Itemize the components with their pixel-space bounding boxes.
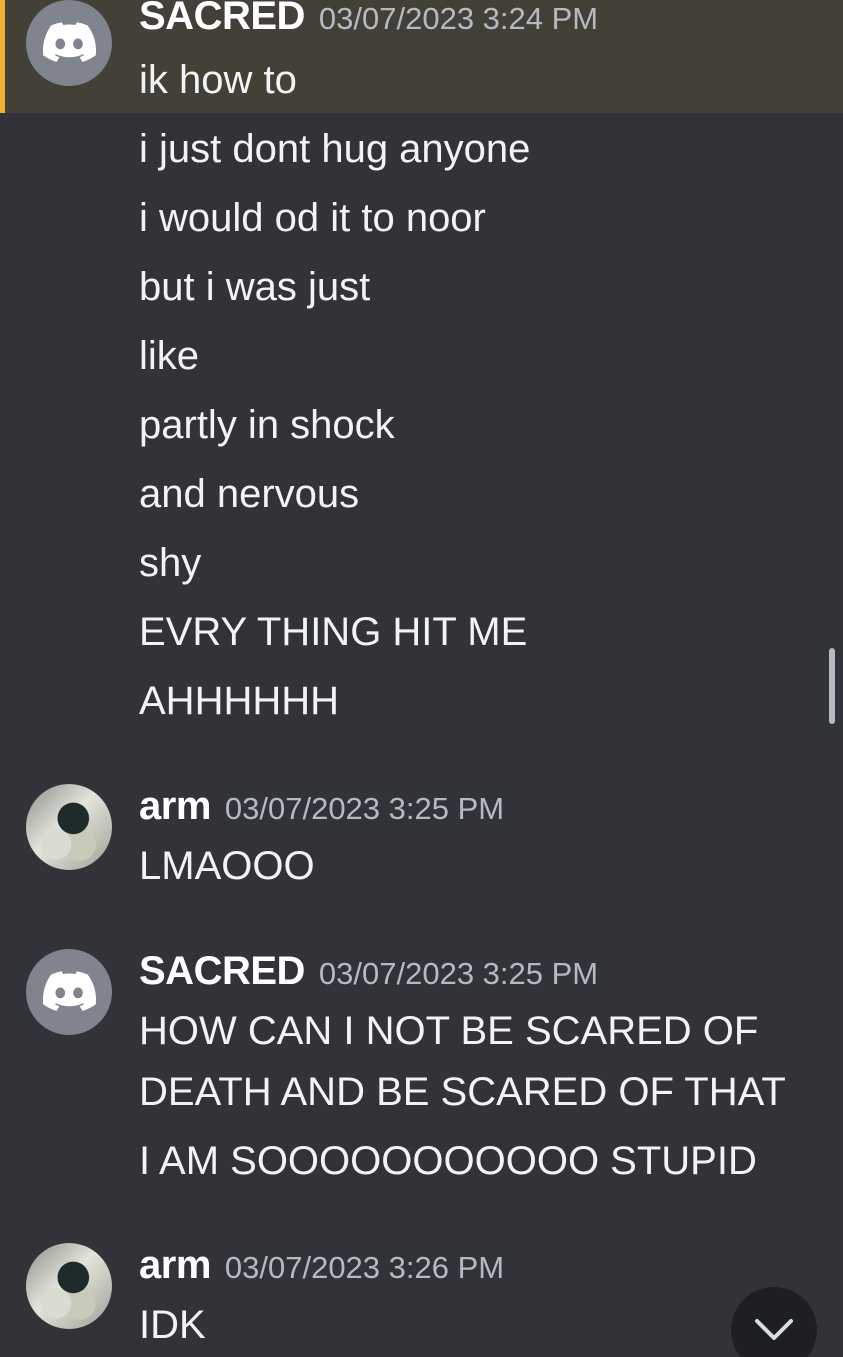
username[interactable]: arm [139,1243,211,1287]
message-header: arm 03/07/2023 3:25 PM [139,784,504,829]
message-line: EVRY THING HIT ME [139,610,528,654]
message-line: shy [139,541,202,585]
avatar[interactable] [26,1243,112,1329]
message-line: IDK [139,1303,206,1347]
avatar[interactable] [26,949,112,1035]
avatar[interactable] [26,784,112,870]
timestamp: 03/07/2023 3:26 PM [224,1250,505,1285]
username[interactable]: arm [139,784,211,828]
timestamp: 03/07/2023 3:25 PM [224,791,505,826]
message-line: like [139,334,200,378]
message-line: ik how to [139,58,297,102]
message-header: arm 03/07/2023 3:26 PM [139,1243,504,1288]
message-line: I AM SOOOOOOOOOOO STUPID [139,1139,757,1183]
timestamp: 03/07/2023 3:24 PM [318,1,599,36]
chat-messages[interactable]: SACRED 03/07/2023 3:24 PM ik how to i jus… [0,0,843,1357]
message-line: HOW CAN I NOT BE SCARED OF [139,1009,759,1053]
message-line: and nervous [139,472,360,516]
chevron-down-icon [755,1319,793,1340]
timestamp: 03/07/2023 3:25 PM [318,956,599,991]
message-line: partly in shock [139,403,395,447]
username[interactable]: SACRED [139,949,305,993]
scrollbar-thumb[interactable] [829,648,835,724]
avatar[interactable] [26,0,112,86]
discord-logo-icon [42,22,96,62]
message-line: DEATH AND BE SCARED OF THAT [139,1070,786,1114]
message-line: LMAOOO [139,844,315,888]
message-line: i just dont hug anyone [139,127,531,171]
message-line: i would od it to noor [139,196,486,240]
message-line: but i was just [139,265,371,309]
username[interactable]: SACRED [139,0,305,38]
discord-logo-icon [42,971,96,1011]
jump-to-present-button[interactable] [731,1287,817,1357]
message-header: SACRED 03/07/2023 3:25 PM [139,949,598,994]
message-line: AHHHHHH [139,679,339,723]
message-header: SACRED 03/07/2023 3:24 PM [139,0,598,39]
